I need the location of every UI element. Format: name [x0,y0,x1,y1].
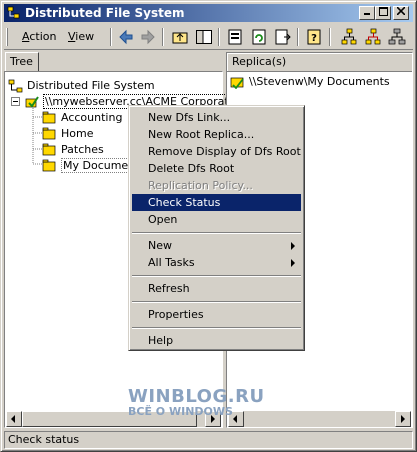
close-icon [396,6,406,16]
menu-item-help[interactable]: Help [132,332,301,349]
dfs-link-icon [42,143,56,156]
dfs-link-icon [42,111,56,124]
menu-separator [132,275,301,277]
dfs-link-icon [42,127,56,140]
maximize-icon [378,7,388,16]
export-list-icon[interactable] [274,28,292,46]
submenu-arrow-icon [291,242,295,250]
close-button[interactable] [393,6,409,20]
toolbar-separator [329,28,331,46]
dfs-root-icon [8,79,23,93]
show-hide-tree-icon[interactable] [195,28,213,46]
menu-separator [132,301,301,303]
tree-item-patches[interactable]: Patches [42,142,104,158]
refresh-icon[interactable] [250,28,268,46]
menu-item-properties[interactable]: Properties [132,306,301,323]
menu-view[interactable]: View [68,30,94,43]
dfs-window: Distributed File System Action View ? Tr… [0,0,417,452]
toolbar-separator [218,28,220,46]
scroll-right-button[interactable] [395,411,411,427]
replica-column-header[interactable]: Replica(s) [227,53,412,72]
menu-item-delete-dfs-root[interactable]: Delete Dfs Root [132,160,301,177]
help-icon[interactable]: ? [305,28,323,46]
network-icon[interactable] [388,28,406,46]
tree-item-home[interactable]: Home [42,126,93,142]
menu-item-new-dfs-link[interactable]: New Dfs Link... [132,109,301,126]
toolbar-separator [110,28,112,46]
tab-tree[interactable]: Tree [5,52,39,71]
forward-arrow-icon[interactable] [139,28,157,46]
new-replica-icon[interactable] [364,28,382,46]
tree-item-dfs-root[interactable]: Distributed File System [8,78,155,94]
replica-folder-icon [230,77,244,89]
back-arrow-icon[interactable] [117,28,135,46]
menu-item-new-root-replica[interactable]: New Root Replica... [132,126,301,143]
toolbar-grip [6,28,8,46]
menu-item-remove-display[interactable]: Remove Display of Dfs Root [132,143,301,160]
up-folder-icon[interactable] [171,28,189,46]
title-bar[interactable]: Distributed File System [4,4,413,22]
toolbar: Action View ? [4,25,413,50]
submenu-arrow-icon [291,259,295,267]
dfs-app-icon [7,6,20,19]
scroll-right-icon [401,415,405,423]
menu-item-replication-policy: Replication Policy... [148,179,253,192]
watermark: WINBLOG.RU ВСЁ О WINDOWS [128,386,265,418]
scroll-left-button[interactable] [6,411,22,427]
replica-horizontal-scrollbar[interactable] [228,411,411,427]
scroll-left-icon [11,415,15,423]
dfs-link-icon [42,159,56,172]
menu-separator [132,327,301,329]
menu-separator [132,232,301,234]
replica-item[interactable]: \\Stevenw\My Documents [230,74,390,90]
maximize-button[interactable] [375,6,391,20]
menu-item-new[interactable]: New [132,237,301,254]
status-bar: Check status [4,431,413,449]
dfs-root-status-icon [25,96,39,108]
properties-icon[interactable] [226,28,244,46]
collapse-toggle-icon[interactable] [11,97,20,106]
new-link-icon[interactable] [340,28,358,46]
context-menu: New Dfs Link... New Root Replica... Remo… [128,105,305,351]
menu-item-all-tasks[interactable]: All Tasks [132,254,301,271]
window-title: Distributed File System [25,6,185,20]
menu-item-refresh[interactable]: Refresh [132,280,301,297]
toolbar-separator [162,28,164,46]
menu-action[interactable]: Action [22,30,56,43]
svg-text:?: ? [311,33,317,44]
minimize-button[interactable] [359,6,375,20]
menu-item-open[interactable]: Open [132,211,301,228]
toolbar-separator [297,28,299,46]
tree-item-accounting[interactable]: Accounting [42,110,122,126]
status-text: Check status [8,433,80,446]
menu-item-check-status[interactable]: Check Status [132,194,301,211]
minimize-icon [364,13,370,15]
